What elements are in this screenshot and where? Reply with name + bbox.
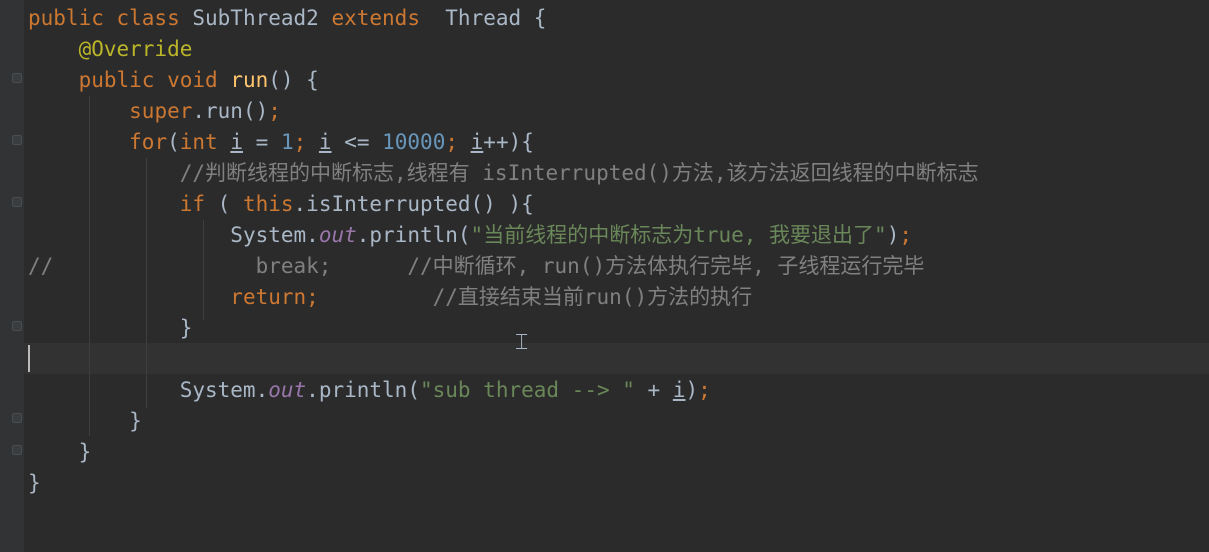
- current-line-highlight: [24, 343, 1209, 374]
- code-line-1[interactable]: public class SubThread2 extends Thread {: [28, 3, 546, 34]
- code-line-4[interactable]: super.run();: [28, 96, 281, 127]
- brace: {: [533, 6, 547, 30]
- method-call: .run(): [192, 99, 269, 123]
- code-line-3[interactable]: public void run() {: [28, 65, 319, 96]
- semicolon: ;: [698, 378, 711, 402]
- method-call: .println(: [306, 378, 420, 402]
- method-params: () {: [268, 68, 319, 92]
- keyword: for: [129, 130, 168, 154]
- static-field: out: [318, 223, 357, 247]
- superclass-name: Thread: [445, 6, 522, 30]
- fold-marker-icon[interactable]: [12, 135, 22, 145]
- brace: }: [179, 316, 193, 340]
- semicolon: ;: [445, 130, 471, 154]
- variable: i: [318, 130, 332, 154]
- comment: //直接结束当前run()方法的执行: [432, 285, 753, 309]
- method-name: run: [230, 68, 269, 92]
- keyword: this: [242, 192, 294, 216]
- operator: ++){: [483, 130, 534, 154]
- variable: i: [470, 130, 484, 154]
- semicolon: ;: [899, 223, 913, 247]
- brace: }: [28, 471, 41, 495]
- commented-code: break;: [255, 254, 332, 278]
- code-line-15[interactable]: }: [28, 437, 92, 468]
- class-ref: System.: [230, 223, 319, 247]
- fold-marker-icon[interactable]: [12, 413, 22, 423]
- keyword: if: [179, 192, 206, 216]
- keyword: int: [179, 130, 218, 154]
- paren: ): [886, 223, 900, 247]
- brace: }: [129, 409, 142, 433]
- fold-marker-icon[interactable]: [12, 445, 22, 455]
- paren: (: [167, 130, 180, 154]
- keyword: return;: [230, 285, 319, 309]
- comment: //判断线程的中断标志,线程有 isInterrupted()方法,该方法返回线…: [179, 161, 979, 185]
- variable: i: [672, 378, 686, 402]
- code-line-16[interactable]: }: [28, 468, 41, 499]
- code-line-8[interactable]: System.out.println("当前线程的中断标志为true, 我要退出…: [28, 220, 912, 251]
- keyword: public class: [28, 6, 180, 30]
- code-line-11[interactable]: }: [28, 313, 193, 344]
- operator: <=: [331, 130, 383, 154]
- code-line-13[interactable]: System.out.println("sub thread --> " + i…: [28, 375, 711, 406]
- fold-marker-icon[interactable]: [12, 197, 22, 207]
- paren: (: [205, 192, 243, 216]
- number: 1: [280, 130, 294, 154]
- static-field: out: [268, 378, 307, 402]
- code-editor[interactable]: public class SubThread2 extends Thread {…: [0, 0, 1209, 552]
- code-line-7[interactable]: if ( this.isInterrupted() ){: [28, 189, 534, 220]
- operator: +: [634, 378, 673, 402]
- keyword: extends: [331, 6, 420, 30]
- comment-prefix: //: [28, 254, 54, 278]
- fold-marker-icon[interactable]: [12, 321, 22, 331]
- method-call: .isInterrupted() ){: [293, 192, 534, 216]
- code-line-14[interactable]: }: [28, 406, 142, 437]
- comment: //中断循环, run()方法体执行完毕, 子线程运行完毕: [407, 254, 925, 278]
- text-cursor-icon: ⌶: [515, 330, 529, 355]
- number: 10000: [382, 130, 446, 154]
- semicolon: ;: [268, 99, 281, 123]
- keyword: public void: [78, 68, 218, 92]
- string-literal: "当前线程的中断标志为true, 我要退出了": [470, 223, 887, 247]
- fold-marker-icon[interactable]: [12, 73, 22, 83]
- class-name: SubThread2: [192, 6, 319, 30]
- annotation: @Override: [78, 37, 193, 61]
- operator: =: [243, 130, 281, 154]
- code-line-10[interactable]: return; //直接结束当前run()方法的执行: [28, 282, 752, 313]
- variable: i: [230, 130, 243, 154]
- brace: }: [78, 440, 92, 464]
- code-line-9[interactable]: // break; //中断循环, run()方法体执行完毕, 子线程运行完毕: [28, 251, 924, 282]
- text-caret: [28, 345, 30, 372]
- keyword: super: [129, 99, 193, 123]
- method-call: .println(: [356, 223, 471, 247]
- paren: ): [685, 378, 699, 402]
- string-literal: "sub thread --> ": [419, 378, 635, 402]
- class-ref: System.: [179, 378, 269, 402]
- code-line-5[interactable]: for(int i = 1; i <= 10000; i++){: [28, 127, 534, 158]
- code-line-2[interactable]: @Override: [28, 34, 193, 65]
- semicolon: ;: [293, 130, 319, 154]
- code-line-6[interactable]: //判断线程的中断标志,线程有 isInterrupted()方法,该方法返回线…: [28, 158, 979, 189]
